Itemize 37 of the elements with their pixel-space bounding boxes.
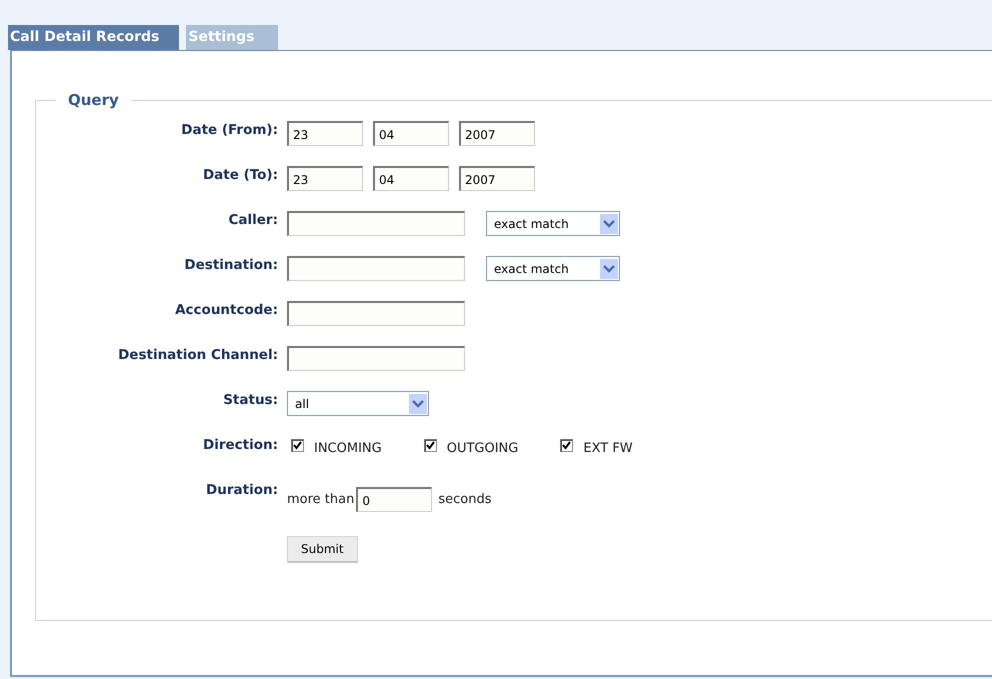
input-field[interactable] xyxy=(287,301,465,326)
duration-unit: seconds xyxy=(438,492,492,507)
tab[interactable]: Call Detail Records xyxy=(8,25,180,50)
chevron-down-icon xyxy=(600,258,618,278)
input-field[interactable]: 2007 xyxy=(459,121,535,146)
checkbox[interactable] xyxy=(560,439,574,452)
chevron-down-icon xyxy=(409,394,427,414)
input-field[interactable]: 23 xyxy=(287,166,363,191)
input-field[interactable]: 2007 xyxy=(459,166,535,191)
input-field[interactable]: 04 xyxy=(373,121,449,146)
field-label: Date (To): xyxy=(202,166,278,183)
field-label: Caller: xyxy=(228,211,278,228)
input-field[interactable] xyxy=(287,211,465,236)
checkbox-label: OUTGOING xyxy=(446,441,518,456)
input-field[interactable]: 04 xyxy=(373,166,449,191)
input-field[interactable] xyxy=(287,256,465,281)
chevron-down-icon xyxy=(600,214,618,234)
dropdown[interactable]: exact match xyxy=(486,211,620,236)
input-field[interactable]: 0 xyxy=(356,487,432,512)
field-label: Destination: xyxy=(184,256,278,273)
checkbox-label: INCOMING xyxy=(314,441,382,456)
dropdown[interactable]: exact match xyxy=(486,256,620,281)
field-label: Date (From): xyxy=(181,121,278,138)
input-field[interactable] xyxy=(287,346,465,371)
field-label: Direction: xyxy=(202,436,278,453)
checkbox[interactable] xyxy=(291,439,304,452)
dropdown[interactable]: all xyxy=(287,391,429,416)
section-title: Query xyxy=(67,91,120,109)
field-label: Status: xyxy=(223,391,278,408)
field-label: Accountcode: xyxy=(175,301,278,318)
field-label: Destination Channel: xyxy=(118,346,278,363)
duration-prefix: more than xyxy=(287,492,354,507)
checkbox-label: EXT FW xyxy=(583,441,633,456)
checkbox[interactable] xyxy=(424,439,437,452)
field-label: Duration: xyxy=(206,481,278,498)
submit-button[interactable]: Submit xyxy=(287,536,358,563)
input-field[interactable]: 23 xyxy=(287,121,363,146)
